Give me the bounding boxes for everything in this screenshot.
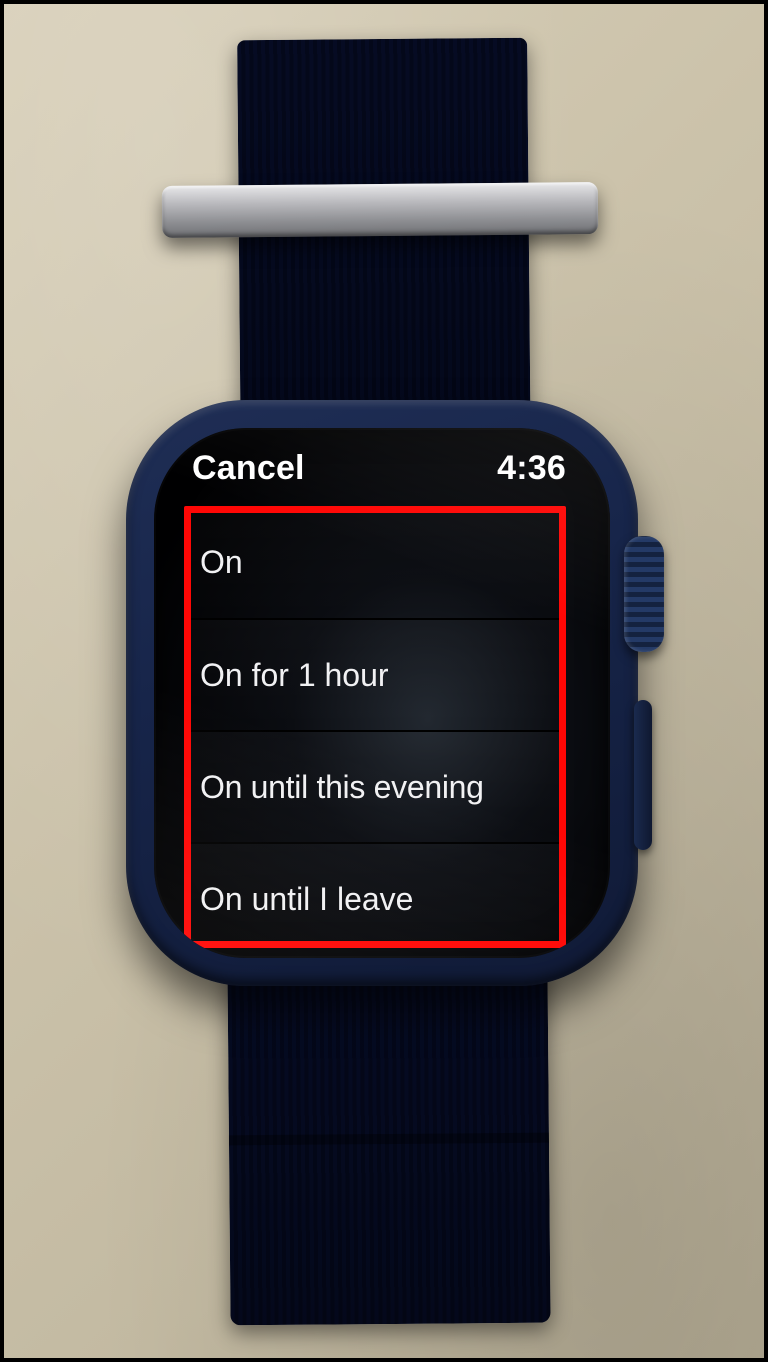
watch-screen: Cancel 4:36 On On for 1 hour On until th… — [154, 428, 610, 958]
clock-time: 4:36 — [497, 449, 566, 488]
option-label: On until I leave — [200, 881, 413, 918]
focus-options-list: On On for 1 hour On until this evening O… — [184, 506, 566, 948]
option-on[interactable]: On — [184, 506, 566, 618]
side-button[interactable] — [634, 700, 652, 850]
cancel-button[interactable]: Cancel — [192, 449, 305, 488]
option-label: On for 1 hour — [200, 657, 389, 694]
option-on-1-hour[interactable]: On for 1 hour — [184, 618, 566, 730]
watch-buckle — [162, 182, 598, 238]
photo-frame: Cancel 4:36 On On for 1 hour On until th… — [0, 0, 768, 1362]
option-label: On until this evening — [200, 769, 484, 806]
watch-band-bottom — [227, 963, 550, 1326]
digital-crown[interactable] — [624, 536, 664, 652]
watch-case: Cancel 4:36 On On for 1 hour On until th… — [126, 400, 638, 986]
option-label: On — [200, 544, 243, 581]
option-on-until-i-leave[interactable]: On until I leave — [184, 842, 566, 954]
status-bar: Cancel 4:36 — [154, 440, 610, 496]
option-on-until-evening[interactable]: On until this evening — [184, 730, 566, 842]
